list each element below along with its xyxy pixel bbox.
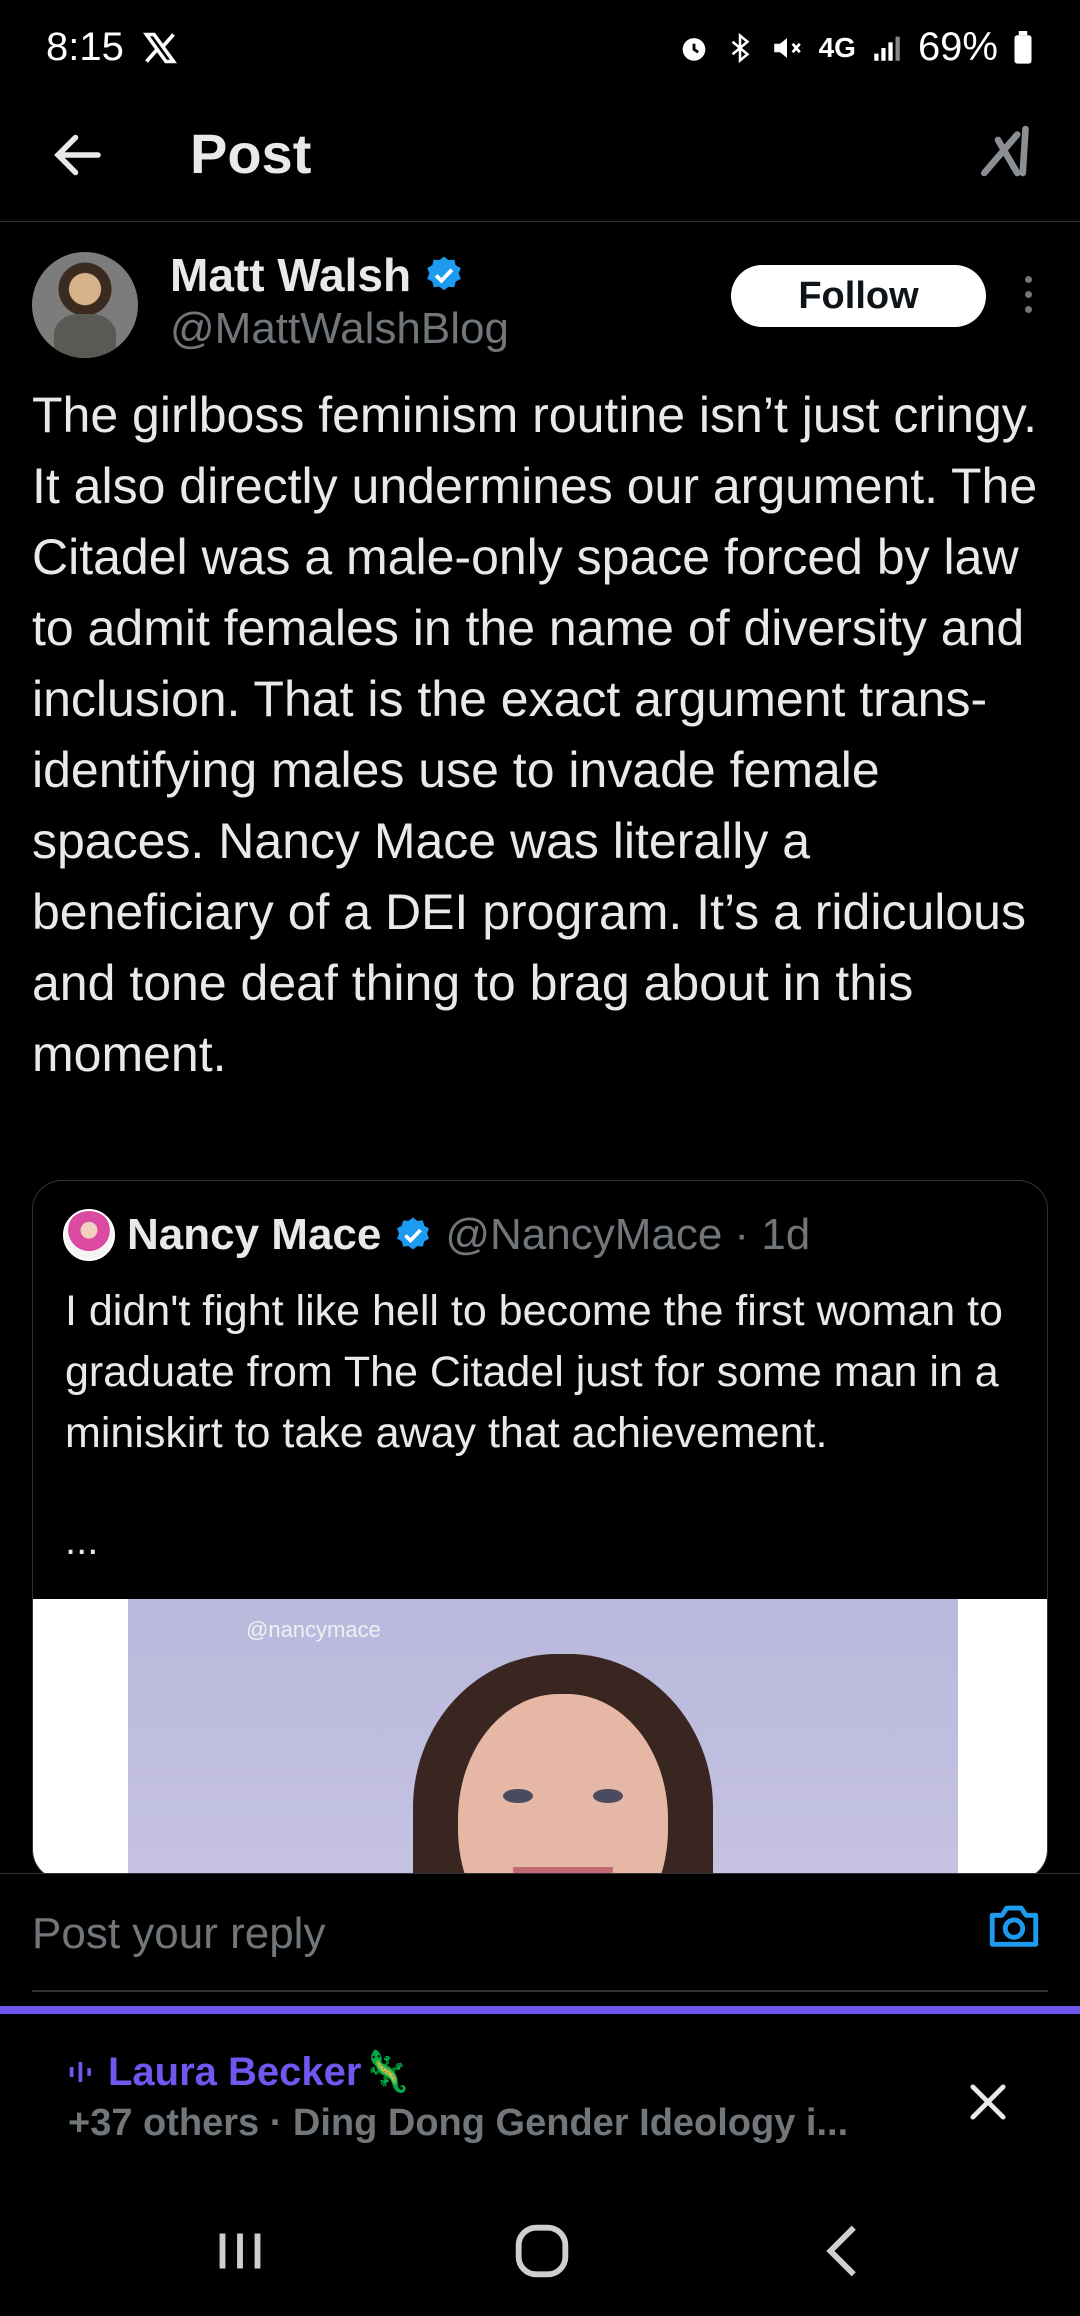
space-host: Laura Becker🦎 <box>108 2050 412 2094</box>
avatar[interactable] <box>32 252 138 358</box>
quoted-post[interactable]: Nancy Mace @NancyMace · 1d I didn't figh… <box>32 1180 1048 1880</box>
author-name-row[interactable]: Matt Walsh <box>170 248 465 302</box>
system-nav-bar <box>0 2176 1080 2316</box>
more-options-icon[interactable] <box>1016 272 1040 322</box>
author-name: Matt Walsh <box>170 249 412 301</box>
battery-icon <box>1014 30 1032 64</box>
bluetooth-icon <box>731 32 750 63</box>
verified-badge-icon <box>397 1217 430 1250</box>
space-dock[interactable]: Laura Becker🦎 +37 others · Ding Dong Gen… <box>0 2006 1080 2176</box>
author-handle[interactable]: @MattWalshBlog <box>170 304 509 354</box>
reply-input[interactable] <box>32 1904 862 1964</box>
camera-icon[interactable] <box>985 1896 1043 1954</box>
home-icon[interactable] <box>507 2216 577 2286</box>
grok-icon[interactable] <box>976 115 1042 187</box>
close-icon[interactable] <box>962 2076 1014 2128</box>
status-bar: 8:15 4G 69% <box>0 0 1080 95</box>
battery-percent: 69% <box>917 25 998 69</box>
4g-icon: 4G <box>818 31 856 63</box>
mute-icon <box>773 37 801 58</box>
audio-bars-icon <box>69 2061 91 2082</box>
alarm-icon <box>682 37 705 61</box>
quoted-text: I didn't fight like hell to become the f… <box>65 1287 1003 1457</box>
top-app-bar: Post <box>0 95 1080 222</box>
post-author: Matt Walsh @MattWalshBlog Follow <box>32 248 1080 368</box>
quoted-author-name: Nancy Mace <box>127 1210 382 1259</box>
status-time: 8:15 <box>46 25 124 69</box>
quoted-avatar <box>63 1209 115 1261</box>
back-nav-icon[interactable] <box>810 2216 880 2286</box>
reply-divider <box>32 1990 1048 1992</box>
verified-badge-icon <box>427 256 461 291</box>
space-host-row: Laura Becker🦎 <box>66 2048 411 2095</box>
follow-button[interactable]: Follow <box>731 265 986 327</box>
back-arrow-icon[interactable] <box>48 125 108 185</box>
post-text: The girlboss feminism routine isn’t just… <box>32 387 1038 1082</box>
photo-watermark: @nancymace <box>246 1617 381 1642</box>
quoted-post-header: Nancy Mace @NancyMace · 1d <box>63 1209 810 1261</box>
space-accent-bar <box>0 2006 1080 2014</box>
x-logo-icon <box>142 32 177 63</box>
quoted-author-handle: @NancyMace <box>445 1210 723 1259</box>
page-title: Post <box>190 122 312 185</box>
space-subtitle: +37 others · Ding Dong Gender Ideology i… <box>68 2102 849 2144</box>
quoted-media[interactable]: @nancymace <box>33 1599 1047 1879</box>
quoted-ellipsis: ... <box>65 1519 99 1563</box>
quoted-photo: @nancymace <box>128 1599 958 1879</box>
recent-apps-icon[interactable] <box>205 2216 275 2286</box>
reply-bar <box>0 1873 1080 2013</box>
quoted-timestamp: · 1d <box>734 1210 811 1259</box>
signal-icon <box>874 36 900 61</box>
